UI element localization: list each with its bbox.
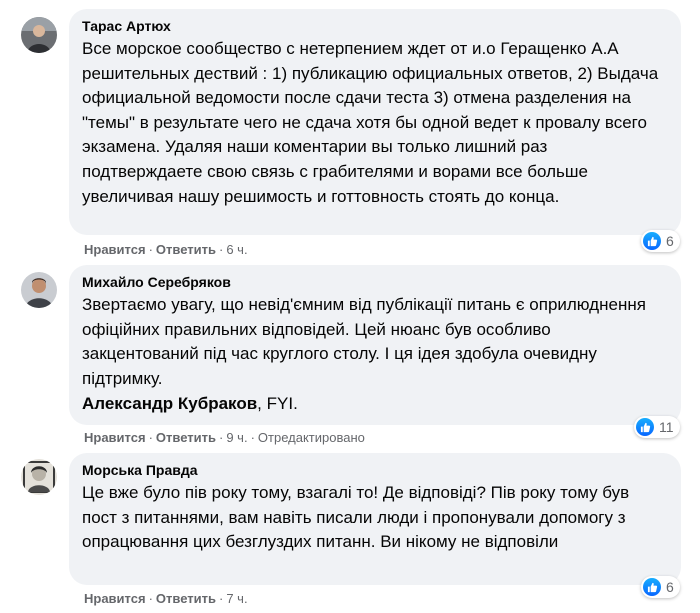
comment-actions: Нравится · Ответить · 6 ч. <box>84 242 248 257</box>
comment-bubble: Михайло Серебряков Звертаємо увагу, що н… <box>69 265 681 425</box>
reaction-count[interactable]: 6 <box>641 230 680 252</box>
comment-actions: Нравится · Ответить · 9 ч. · Отредактировано <box>84 430 365 445</box>
mention-suffix: , FYI. <box>257 394 298 414</box>
reaction-number: 6 <box>666 579 674 595</box>
like-icon <box>643 232 661 250</box>
like-link[interactable]: Нравится <box>84 242 146 257</box>
mention-link[interactable]: Александр Кубраков <box>82 394 257 413</box>
like-icon <box>643 578 661 596</box>
comment-actions: Нравится · Ответить · 7 ч. <box>84 591 248 606</box>
avatar[interactable] <box>21 459 57 495</box>
comment-bubble: Морська Правда Це вже було пів року тому… <box>69 453 681 585</box>
comment-time[interactable]: 7 ч. <box>226 591 247 606</box>
like-link[interactable]: Нравится <box>84 430 146 445</box>
edited-label[interactable]: Отредактировано <box>258 430 365 445</box>
comment-text: Це вже було пів року тому, взагалі то! Д… <box>82 483 630 552</box>
reply-link[interactable]: Ответить <box>156 430 216 445</box>
like-link[interactable]: Нравится <box>84 591 146 606</box>
reply-link[interactable]: Ответить <box>156 591 216 606</box>
user-photo-icon <box>21 459 57 495</box>
reaction-number: 11 <box>659 419 674 435</box>
reaction-count[interactable]: 11 <box>634 416 680 438</box>
comment-author[interactable]: Михайло Серебряков <box>82 273 668 291</box>
avatar[interactable] <box>21 272 57 308</box>
comment-time[interactable]: 9 ч. <box>226 430 247 445</box>
comment-text: Звертаємо увагу, що невід'ємним від публ… <box>82 295 646 388</box>
reaction-number: 6 <box>666 233 674 249</box>
user-photo-icon <box>21 272 57 308</box>
mention-line: Александр Кубраков, FYI. <box>82 391 668 416</box>
comment-bubble: Тарас Артюх Все морское сообщество с нет… <box>69 9 681 235</box>
reply-link[interactable]: Ответить <box>156 242 216 257</box>
comment-text: Все морское сообщество с нетерпением жде… <box>82 39 659 206</box>
reaction-count[interactable]: 6 <box>641 576 680 598</box>
user-photo-icon <box>21 17 57 53</box>
comment-author[interactable]: Тарас Артюх <box>82 17 668 35</box>
comment-author[interactable]: Морська Правда <box>82 461 668 479</box>
like-icon <box>636 418 654 436</box>
comment-time[interactable]: 6 ч. <box>226 242 247 257</box>
avatar[interactable] <box>21 17 57 53</box>
